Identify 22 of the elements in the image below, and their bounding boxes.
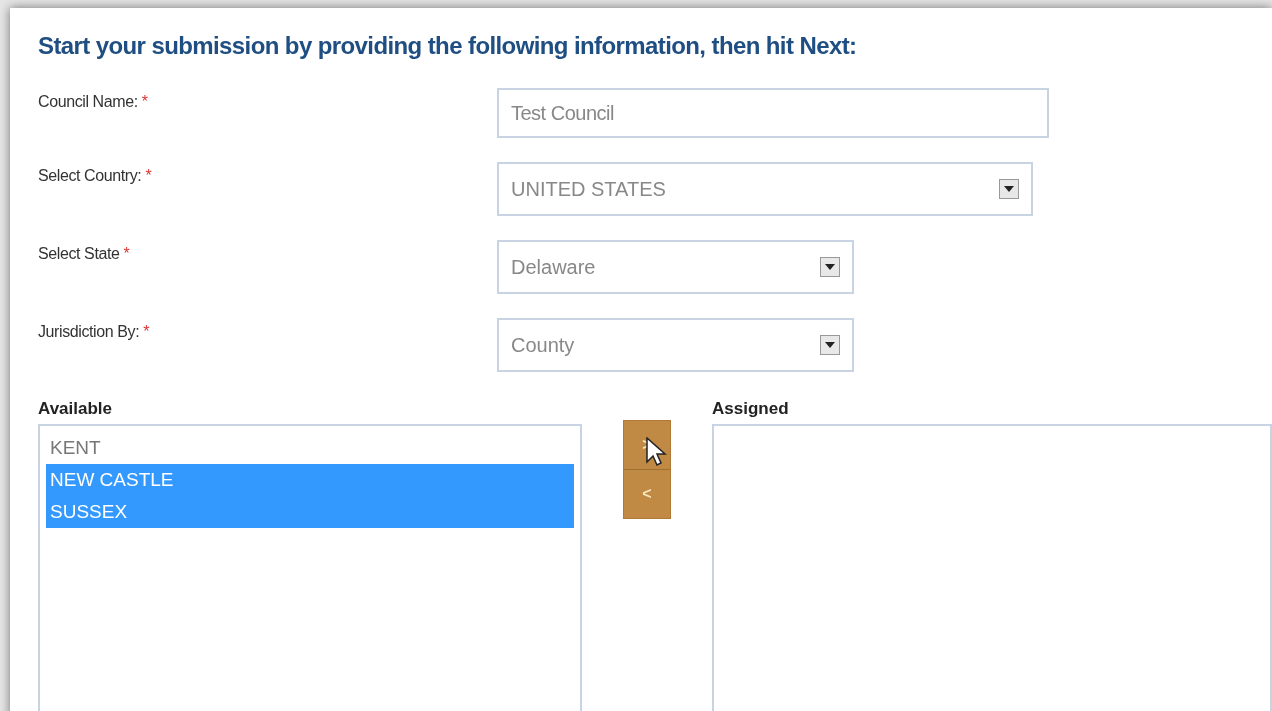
dropdown[interactable]: County (497, 318, 854, 372)
list-item[interactable]: NEW CASTLE (46, 463, 574, 496)
assigned-list[interactable] (712, 423, 1272, 711)
list-item[interactable]: SUSSEX (46, 495, 574, 528)
cursor-icon (646, 437, 668, 467)
text-field[interactable]: Test Council (497, 88, 1049, 138)
field-label: Jurisdiction By: (38, 322, 140, 342)
dropdown[interactable]: Delaware (497, 240, 854, 294)
move-left-button[interactable]: < (624, 470, 670, 518)
form-heading: Start your submission by providing the following information, then hit Next: (38, 31, 858, 61)
field-label: Select Country: (38, 166, 142, 186)
field-label: Council Name: (38, 92, 138, 112)
available-list[interactable]: KENT NEW CASTLE SUSSEX (38, 423, 582, 711)
list-label: Available (38, 398, 114, 420)
field-label: Select State (38, 244, 120, 264)
dropdown[interactable]: UNITED STATES (497, 162, 1033, 216)
required-mark: * (145, 166, 152, 186)
list-item[interactable]: KENT (46, 431, 574, 464)
required-mark: * (143, 322, 150, 342)
required-mark: * (141, 92, 148, 112)
list-label: Assigned (712, 398, 790, 420)
required-mark: * (123, 244, 130, 264)
